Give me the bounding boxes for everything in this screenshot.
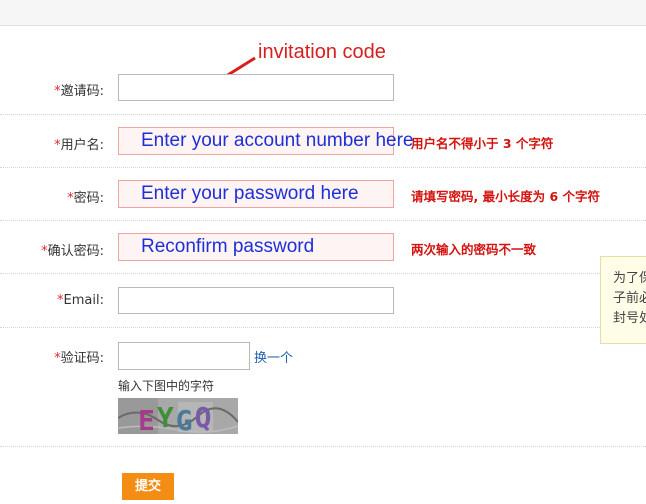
svg-text:EYGQ: EYGQ: [138, 401, 213, 434]
captcha-image[interactable]: EYGQ: [118, 398, 238, 434]
email-row: *Email:: [0, 273, 646, 328]
email-label: *Email:: [57, 293, 104, 308]
invite-code-label: *邀请码:: [54, 84, 104, 99]
captcha-row: *验证码:: [0, 327, 646, 447]
invite-code-input[interactable]: [118, 74, 394, 101]
username-label: *用户名:: [54, 138, 104, 153]
invite-code-row: *邀请码:: [0, 60, 646, 115]
captcha-refresh-link[interactable]: 换一个: [254, 347, 293, 366]
confirm-password-overlay-text: Reconfirm password: [141, 236, 315, 257]
username-row: *用户名: Enter your account number here 用户名…: [0, 114, 646, 168]
submit-button[interactable]: 提交: [122, 473, 174, 500]
info-tooltip: 为了保 子前必 封号处: [600, 256, 646, 344]
username-error: 用户名不得小于 3 个字符: [411, 136, 554, 151]
username-input[interactable]: Enter your account number here: [118, 127, 414, 155]
password-row: *密码: Enter your password here 请填写密码, 最小长…: [0, 167, 646, 221]
captcha-hint: 输入下图中的字符: [118, 379, 215, 393]
top-bar: [0, 0, 646, 26]
confirm-password-row: *确认密码: Reconfirm password 两次输入的密码不一致: [0, 220, 646, 274]
captcha-input[interactable]: [118, 342, 250, 370]
password-label: *密码:: [67, 191, 104, 206]
email-input[interactable]: [118, 287, 394, 314]
password-error: 请填写密码, 最小长度为 6 个字符: [411, 189, 601, 204]
confirm-password-error: 两次输入的密码不一致: [411, 242, 537, 257]
captcha-label: *验证码:: [54, 351, 104, 366]
password-overlay-text: Enter your password here: [141, 183, 359, 204]
username-overlay-text: Enter your account number here: [141, 130, 414, 151]
confirm-password-input[interactable]: Reconfirm password: [118, 233, 394, 261]
confirm-password-label: *确认密码:: [41, 244, 104, 259]
password-input[interactable]: Enter your password here: [118, 180, 394, 208]
captcha-graphic: EYGQ: [118, 398, 238, 434]
